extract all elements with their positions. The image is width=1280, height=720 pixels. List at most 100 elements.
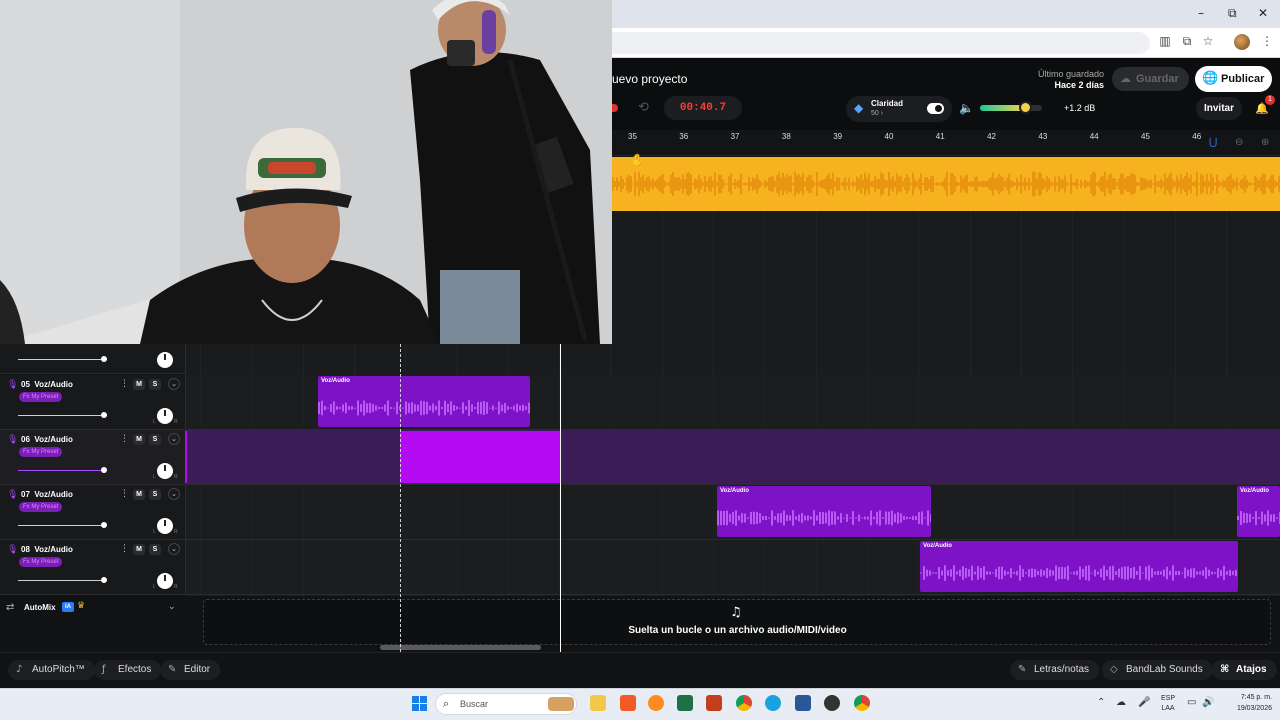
fx-preset-badge[interactable]: Fx My Preset <box>19 557 63 567</box>
autopitch-button[interactable]: ♪ AutoPitch™ <box>8 660 95 680</box>
track-name[interactable]: 06 Voz/Audio <box>21 435 73 444</box>
solo-button[interactable]: S <box>149 544 161 555</box>
profile-avatar[interactable] <box>1234 34 1250 50</box>
solo-button[interactable]: S <box>149 379 161 390</box>
sounds-button[interactable]: ◇ BandLab Sounds <box>1102 660 1213 680</box>
audio-clip[interactable]: Voz/Audio <box>717 486 931 537</box>
project-title[interactable]: uevo proyecto <box>612 72 687 86</box>
word-icon[interactable] <box>795 695 811 711</box>
mute-button[interactable]: M <box>133 434 145 445</box>
excel-icon[interactable] <box>677 695 693 711</box>
url-field[interactable] <box>560 32 1150 54</box>
audio-clip-recording[interactable] <box>400 431 560 483</box>
chevron-down-icon[interactable]: ⌄ <box>168 488 180 500</box>
bookmark-star-icon[interactable]: ☆ <box>1201 34 1215 48</box>
language-indicator-bottom[interactable]: LAA <box>1158 705 1178 712</box>
automix-panel[interactable]: ⇄ AutoMix IA ♛ ⌄ <box>0 596 186 622</box>
editor-button[interactable]: ✎ Editor <box>160 660 221 680</box>
edge-icon[interactable] <box>765 695 781 711</box>
chevron-up-icon[interactable]: ⌃ <box>1097 697 1105 708</box>
track-volume-slider[interactable] <box>18 577 108 583</box>
horizontal-scrollbar[interactable] <box>380 645 541 650</box>
pan-knob[interactable] <box>157 408 173 424</box>
track-volume-slider[interactable] <box>18 522 108 528</box>
clock-time[interactable]: 7:45 p. m. <box>1222 694 1272 701</box>
fx-preset-badge[interactable]: Fx My Preset <box>19 502 63 512</box>
effects-button[interactable]: ƒ Efectos <box>94 660 162 680</box>
clock-date[interactable]: 19/03/2026 <box>1222 705 1272 712</box>
app-icon[interactable] <box>824 695 840 711</box>
microphone-icon[interactable]: 🎤 <box>1138 697 1150 708</box>
publish-button[interactable]: 🌐 Publicar <box>1195 66 1272 92</box>
close-window-button[interactable]: ✕ <box>1258 6 1268 20</box>
save-button[interactable]: ☁ Guardar <box>1112 67 1189 91</box>
invite-button[interactable]: Invitar <box>1196 97 1242 120</box>
track-volume-knob[interactable] <box>101 412 108 418</box>
track-volume-slider[interactable] <box>18 356 107 362</box>
track-volume-knob[interactable] <box>101 577 108 583</box>
monitor-icon[interactable]: ▭ <box>1187 697 1196 708</box>
solo-button[interactable]: S <box>149 489 161 500</box>
loop-icon[interactable]: ⟲ <box>638 100 649 115</box>
playhead[interactable] <box>560 344 561 652</box>
mute-button[interactable]: M <box>133 379 145 390</box>
lyrics-button[interactable]: ✎ Letras/notas <box>1010 660 1100 680</box>
browser-menu-icon[interactable]: ⋮ <box>1260 34 1274 48</box>
clarity-control[interactable]: ◆ Claridad 50 › <box>846 96 952 122</box>
mute-button[interactable]: M <box>133 489 145 500</box>
mute-button[interactable]: M <box>133 544 145 555</box>
track-menu-icon[interactable]: ⋮ <box>120 489 129 499</box>
restore-button[interactable]: ⧉ <box>1228 6 1237 21</box>
pan-knob[interactable] <box>157 573 173 589</box>
cast-icon[interactable]: ⧉ <box>1180 34 1194 48</box>
audio-clip[interactable]: Voz/Audio <box>1237 486 1280 537</box>
track-row[interactable]: 🎙 05 Voz/Audio Fx My Preset ⋮ M S ⌄ L R <box>0 375 1280 430</box>
volume-icon[interactable]: 🔊 <box>1202 697 1214 708</box>
magnet-icon[interactable]: ⋃ <box>1209 137 1217 148</box>
audio-clip-gold[interactable] <box>612 157 1280 211</box>
chevron-down-icon[interactable]: ⌄ <box>168 378 180 390</box>
pan-knob[interactable] <box>157 518 173 534</box>
audio-clip[interactable]: Voz/Audio <box>318 376 530 427</box>
solo-button[interactable]: S <box>149 434 161 445</box>
chrome-icon[interactable] <box>736 695 752 711</box>
taskbar-search[interactable]: ⌕ Buscar <box>435 693 577 715</box>
track-menu-icon[interactable]: ⋮ <box>120 434 129 444</box>
file-explorer-icon[interactable] <box>590 695 606 711</box>
track-name[interactable]: 05 Voz/Audio <box>21 380 73 389</box>
chevron-down-icon[interactable]: ⌄ <box>168 433 180 445</box>
track-volume-slider[interactable] <box>18 412 108 418</box>
pan-knob[interactable] <box>157 463 173 479</box>
audio-clip[interactable]: Voz/Audio <box>920 541 1238 592</box>
speaker-icon[interactable]: 🔈 <box>959 101 974 115</box>
track-lane[interactable] <box>186 430 1280 484</box>
fx-preset-badge[interactable]: Fx My Preset <box>19 392 63 402</box>
track-name[interactable]: 07 Voz/Audio <box>21 490 73 499</box>
cloud-sync-icon[interactable]: ☁ <box>1116 697 1126 708</box>
track-row[interactable]: 🎙 06 Voz/Audio Fx My Preset ⋮ M S ⌄ L R <box>0 430 1280 485</box>
track-menu-icon[interactable]: ⋮ <box>120 544 129 554</box>
reading-mode-icon[interactable]: ▥ <box>1158 34 1172 48</box>
track-volume-knob[interactable] <box>101 467 108 473</box>
track-volume-knob[interactable] <box>101 522 108 528</box>
start-button[interactable] <box>412 696 427 711</box>
pan-knob[interactable] <box>157 352 173 368</box>
powerpoint-icon[interactable] <box>706 695 722 711</box>
zoom-in-icon[interactable]: ⊕ <box>1261 137 1269 148</box>
chrome-profile-icon[interactable] <box>854 695 870 711</box>
track-volume-slider[interactable] <box>18 467 108 473</box>
fx-preset-badge[interactable]: Fx My Preset <box>19 447 63 457</box>
shortcuts-button[interactable]: ⌘ Atajos <box>1212 660 1277 680</box>
minimize-button[interactable]: – <box>1198 6 1204 20</box>
track-name[interactable]: 08 Voz/Audio <box>21 545 73 554</box>
track-volume-knob[interactable] <box>101 356 107 362</box>
brave-browser-icon[interactable] <box>620 695 636 711</box>
chevron-down-icon[interactable]: ⌄ <box>168 543 180 555</box>
clarity-toggle[interactable] <box>927 103 944 114</box>
track-row[interactable]: 🎙 07 Voz/Audio Fx My Preset ⋮ M S ⌄ L R <box>0 485 1280 540</box>
track-menu-icon[interactable]: ⋮ <box>120 379 129 389</box>
master-volume-slider[interactable] <box>980 101 1042 114</box>
language-indicator-top[interactable]: ESP <box>1158 695 1178 702</box>
firefox-icon[interactable] <box>648 695 664 711</box>
zoom-out-icon[interactable]: ⊖ <box>1235 137 1243 148</box>
